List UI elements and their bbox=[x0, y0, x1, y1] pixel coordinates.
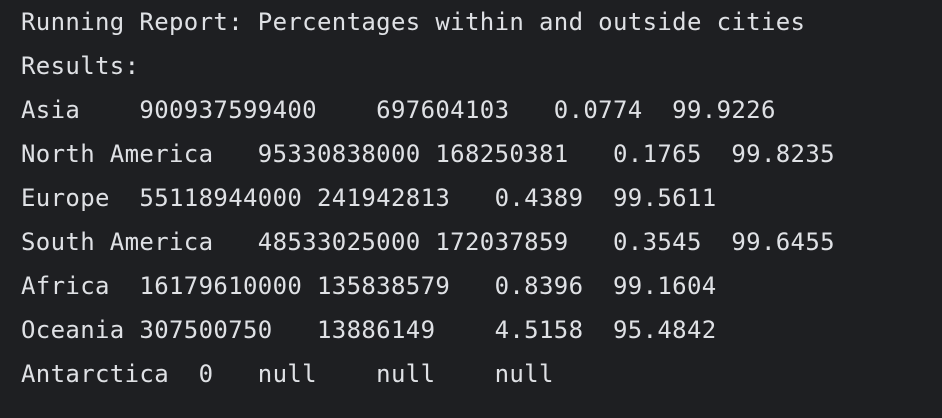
results-label-line: Results: bbox=[21, 52, 140, 80]
result-row-africa: Africa 16179610000 135838579 0.8396 99.1… bbox=[21, 272, 717, 300]
result-row-north-america: North America 95330838000 168250381 0.17… bbox=[21, 140, 835, 168]
result-row-south-america: South America 48533025000 172037859 0.35… bbox=[21, 228, 835, 256]
result-row-oceania: Oceania 307500750 13886149 4.5158 95.484… bbox=[21, 316, 717, 344]
result-row-asia: Asia 900937599400 697604103 0.0774 99.92… bbox=[21, 96, 776, 124]
result-row-europe: Europe 55118944000 241942813 0.4389 99.5… bbox=[21, 184, 717, 212]
console-output: Running Report: Percentages within and o… bbox=[0, 0, 942, 418]
report-title-line: Running Report: Percentages within and o… bbox=[21, 8, 806, 36]
result-row-antarctica: Antarctica 0 null null null bbox=[21, 360, 554, 388]
